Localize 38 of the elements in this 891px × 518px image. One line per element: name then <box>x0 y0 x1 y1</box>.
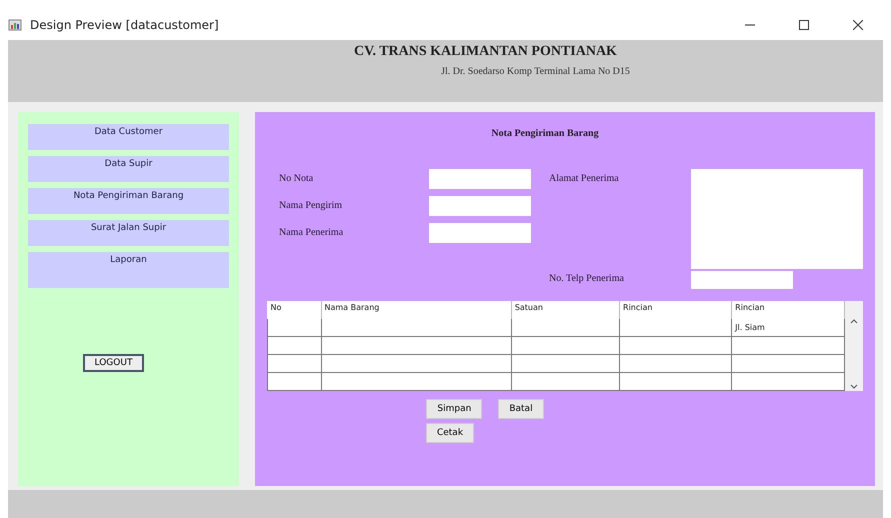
scroll-up-icon[interactable] <box>850 319 858 324</box>
print-button[interactable]: Cetak <box>426 423 474 443</box>
sidebar-item[interactable]: Data Customer <box>28 124 229 150</box>
input-field[interactable] <box>429 169 531 189</box>
sidebar-item[interactable]: Data Supir <box>28 156 229 182</box>
sidebar-item[interactable]: Surat Jalan Supir <box>28 220 229 246</box>
form-title: Nota Pengiriman Barang <box>490 128 600 139</box>
column-header[interactable]: Rincian <box>620 301 732 319</box>
window-title: Design Preview [datacustomer] <box>30 18 220 32</box>
app-icon <box>8 18 22 32</box>
field-label: No. Telp Penerima <box>549 272 625 286</box>
action-button[interactable]: Batal <box>498 399 544 419</box>
table-cell <box>268 318 321 337</box>
table-cell <box>268 336 321 355</box>
company-name: CV. TRANS KALIMANTAN PONTIANAK <box>354 44 617 60</box>
logout-button[interactable]: LOGOUT <box>82 354 144 372</box>
table-cell <box>268 354 321 373</box>
scroll-down-icon[interactable] <box>850 384 858 389</box>
input-field[interactable] <box>429 223 531 243</box>
sidebar-item[interactable]: Nota Pengiriman Barang <box>28 188 229 214</box>
field-label: Alamat Penerima <box>549 172 620 186</box>
input-field[interactable] <box>691 271 793 289</box>
column-header[interactable]: Satuan <box>511 301 620 319</box>
sidebar-item[interactable]: Laporan <box>28 252 229 288</box>
field-label: Nama Pengirim <box>279 199 344 213</box>
field-label: No Nota <box>279 172 314 186</box>
field-label: Nama Penerima <box>279 226 344 240</box>
close-icon[interactable] <box>853 20 863 30</box>
column-header[interactable]: No <box>268 301 321 319</box>
company-address: Jl. Dr. Soedarso Komp Terminal Lama No D15 <box>441 66 630 77</box>
table-cell <box>268 372 321 390</box>
input-field[interactable] <box>429 196 531 216</box>
action-button[interactable]: Simpan <box>426 399 482 419</box>
column-header[interactable]: Nama Barang <box>321 301 512 319</box>
maximize-icon[interactable] <box>799 20 809 30</box>
table-cell: Jl. Siam <box>732 318 844 337</box>
scrollbar[interactable] <box>845 301 863 391</box>
address-field[interactable] <box>691 169 863 269</box>
